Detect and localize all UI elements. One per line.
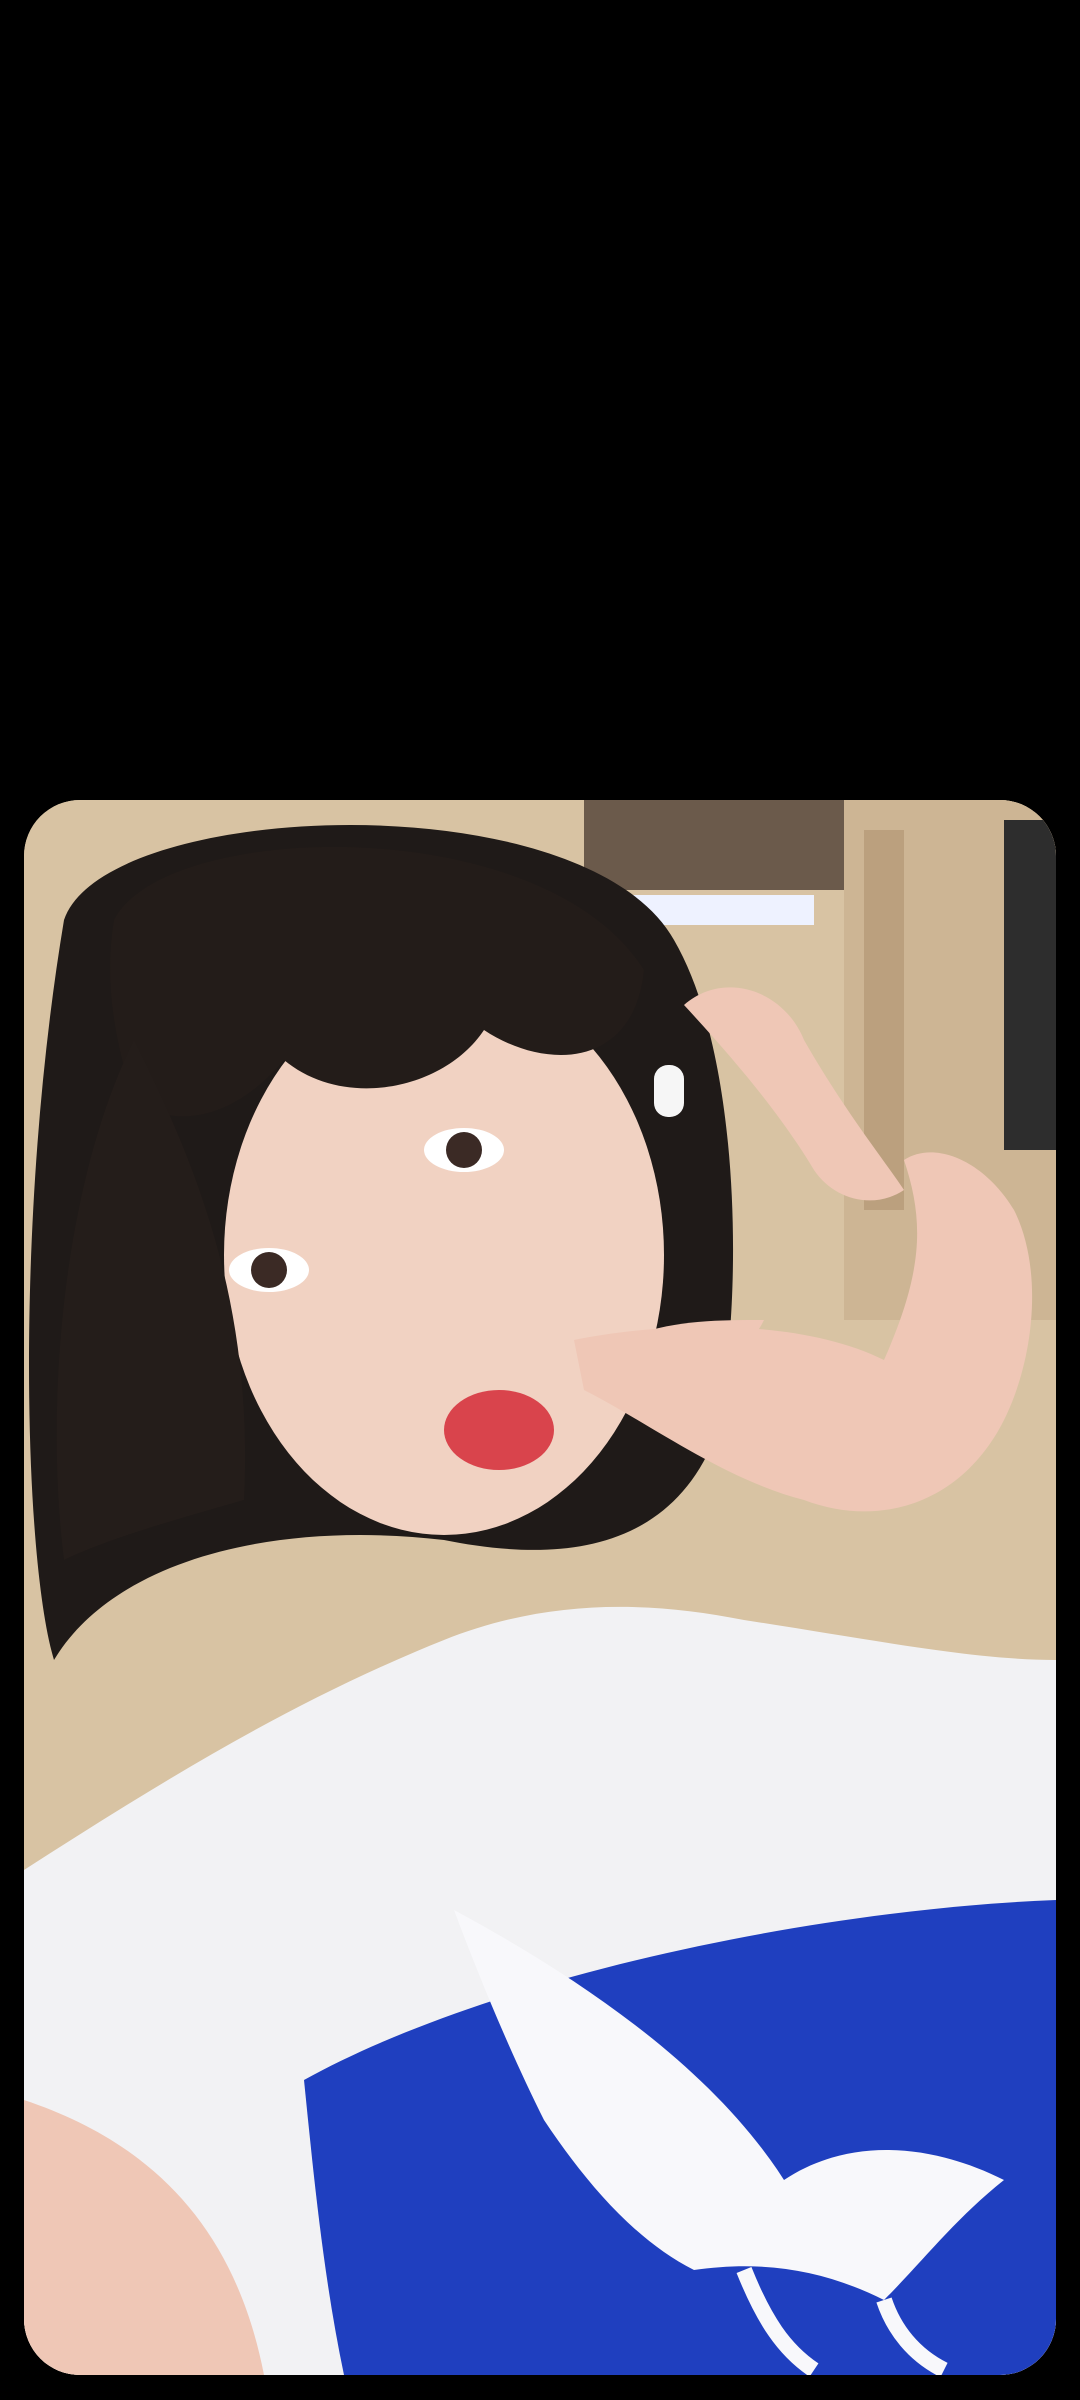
empty-top-area bbox=[0, 0, 1080, 800]
photo-card[interactable] bbox=[24, 800, 1056, 2375]
viewer-screen bbox=[0, 0, 1080, 2400]
lips bbox=[444, 1390, 554, 1470]
window-blind bbox=[584, 800, 844, 890]
earbud bbox=[654, 1065, 684, 1117]
door-edge bbox=[1004, 820, 1056, 1150]
selfie-photo bbox=[24, 800, 1056, 2375]
